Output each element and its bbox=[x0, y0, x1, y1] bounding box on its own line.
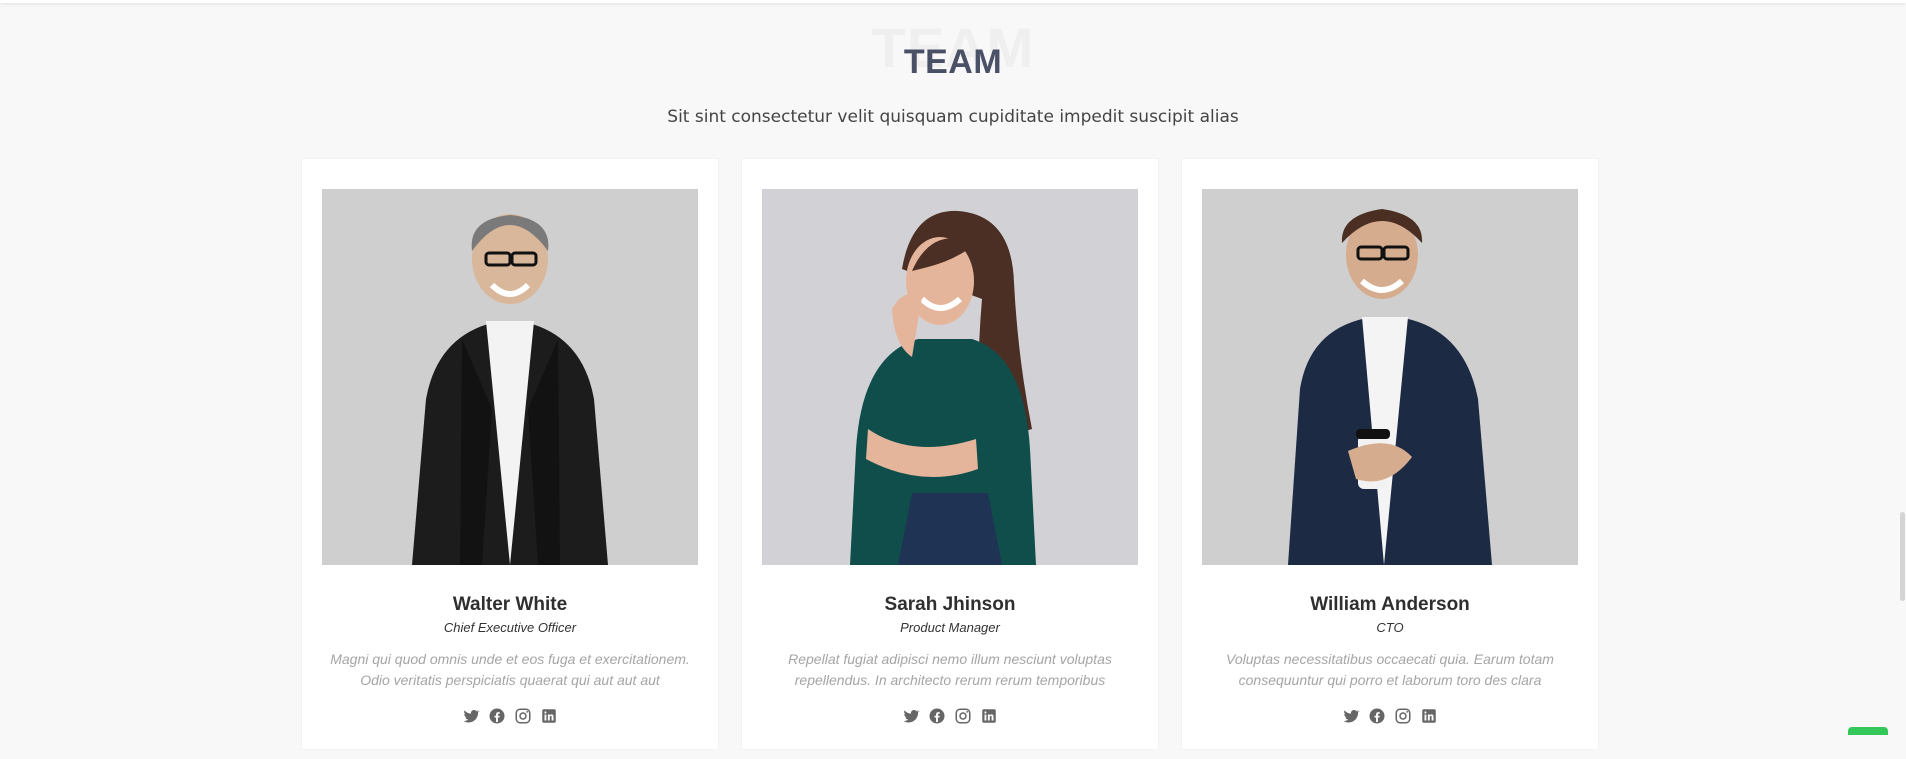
member-bio: Voluptas necessitatibus occaecati quia. … bbox=[1226, 651, 1554, 688]
portrait-photo bbox=[762, 189, 1138, 565]
linkedin-icon[interactable] bbox=[540, 707, 558, 725]
social-links bbox=[302, 707, 718, 725]
member-bio: Repellat fugiat adipisci nemo illum nesc… bbox=[788, 651, 1112, 688]
section-header: TEAM TEAM bbox=[0, 0, 1906, 90]
page-scrollbar[interactable] bbox=[1898, 0, 1906, 735]
scrollbar-thumb[interactable] bbox=[1900, 512, 1905, 601]
section-title: TEAM bbox=[903, 43, 1003, 81]
member-bio: Magni qui quod omnis unde et eos fuga et… bbox=[330, 651, 690, 688]
twitter-icon[interactable] bbox=[902, 707, 920, 725]
member-name: Walter White bbox=[452, 594, 568, 615]
team-photo-walter-white bbox=[322, 189, 698, 565]
portrait-photo bbox=[1202, 189, 1578, 565]
linkedin-icon[interactable] bbox=[980, 707, 998, 725]
member-role: Chief Executive Officer bbox=[443, 620, 577, 635]
twitter-icon[interactable] bbox=[462, 707, 480, 725]
team-photo-william-anderson bbox=[1202, 189, 1578, 565]
team-card: Sarah Jhinson Product Manager Repellat f… bbox=[742, 159, 1158, 749]
team-card: William Anderson CTO Voluptas necessitat… bbox=[1182, 159, 1598, 749]
member-name: Sarah Jhinson bbox=[884, 594, 1016, 615]
twitter-icon[interactable] bbox=[1342, 707, 1360, 725]
member-role: Product Manager bbox=[900, 620, 1000, 635]
portrait-photo bbox=[322, 189, 698, 565]
member-role: CTO bbox=[1376, 620, 1404, 635]
social-links bbox=[1182, 707, 1598, 725]
floating-action-button[interactable] bbox=[1848, 727, 1888, 735]
team-cards: Walter White Chief Executive Officer Mag… bbox=[302, 159, 1598, 759]
member-name: William Anderson bbox=[1310, 594, 1470, 615]
team-card: Walter White Chief Executive Officer Mag… bbox=[302, 159, 718, 749]
facebook-icon[interactable] bbox=[928, 707, 946, 725]
facebook-icon[interactable] bbox=[488, 707, 506, 725]
facebook-icon[interactable] bbox=[1368, 707, 1386, 725]
team-photo-sarah-jhinson bbox=[762, 189, 1138, 565]
instagram-icon[interactable] bbox=[954, 707, 972, 725]
instagram-icon[interactable] bbox=[514, 707, 532, 725]
social-links bbox=[742, 707, 1158, 725]
linkedin-icon[interactable] bbox=[1420, 707, 1438, 725]
instagram-icon[interactable] bbox=[1394, 707, 1412, 725]
section-subtitle: Sit sint consectetur velit quisquam cupi… bbox=[667, 107, 1239, 127]
